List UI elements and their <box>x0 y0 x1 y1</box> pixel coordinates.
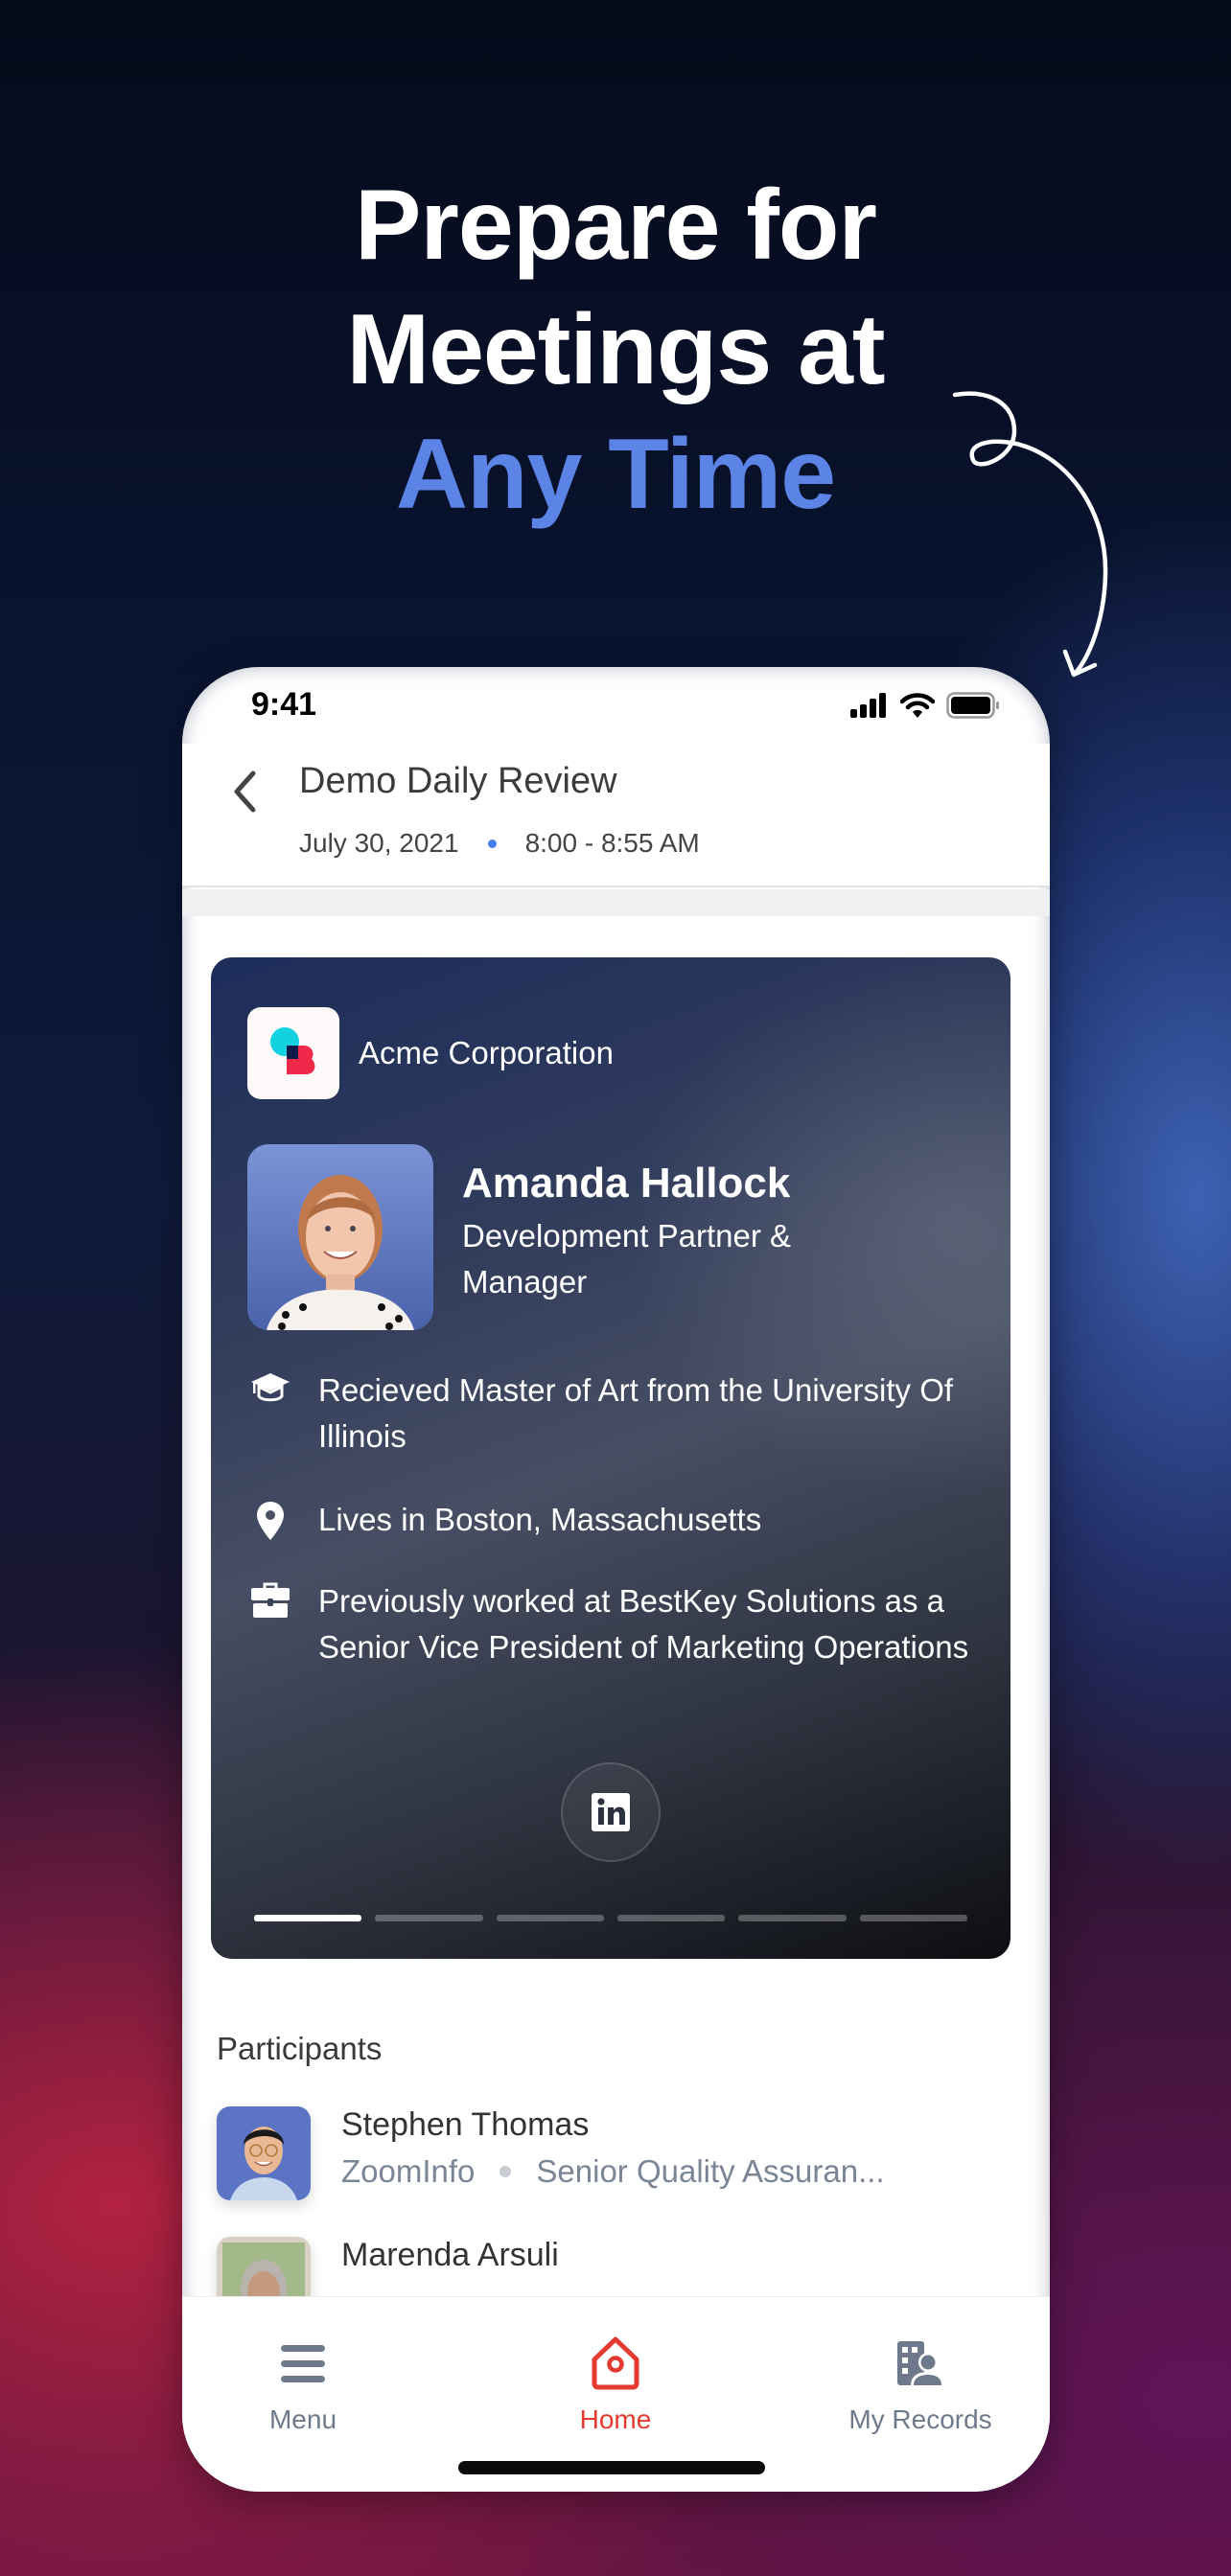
fact-location: Lives in Boston, Massachusetts <box>247 1497 989 1543</box>
hero-line-1: Prepare for <box>355 170 877 281</box>
pager-segment[interactable] <box>254 1915 362 1921</box>
pager-segment[interactable] <box>859 1915 967 1921</box>
pager-segment[interactable] <box>738 1915 847 1921</box>
back-button[interactable] <box>221 763 268 820</box>
participant-meta: ZoomInfo Senior Quality Assuran... <box>341 2153 885 2190</box>
tab-my-records-label: My Records <box>848 2404 992 2434</box>
company-row: Acme Corporation <box>247 1007 614 1099</box>
participant-name: Marenda Arsuli <box>341 2237 559 2273</box>
tab-home-label: Home <box>579 2404 652 2434</box>
person-title: Development Partner & Manager <box>462 1218 792 1300</box>
person-photo-image <box>267 1175 414 1330</box>
fact-location-text: Lives in Boston, Massachusetts <box>318 1502 762 1537</box>
company-logo-icon <box>270 1027 315 1074</box>
pager-segment[interactable] <box>496 1915 604 1921</box>
participants-heading: Participants <box>217 2031 383 2066</box>
phone-frame: 9:41 Demo Daily Review July 30, 2021 8:0… <box>182 667 1050 2492</box>
graduation-cap-icon <box>247 1368 293 1414</box>
tab-home[interactable]: Home <box>520 2332 711 2435</box>
fact-education-text: Recieved Master of Art from the Universi… <box>318 1372 954 1454</box>
meeting-time-range: 8:00 - 8:55 AM <box>524 828 700 858</box>
participant-name: Stephen Thomas <box>341 2106 590 2143</box>
briefcase-icon <box>247 1578 293 1624</box>
status-icons <box>850 692 1000 719</box>
battery-icon <box>946 692 999 719</box>
card-pager <box>254 1915 967 1922</box>
meeting-title: Demo Daily Review <box>299 761 617 801</box>
person-name: Amanda Hallock <box>462 1160 791 1207</box>
wifi-icon <box>900 693 935 718</box>
records-icon <box>825 2332 1016 2395</box>
separator-dot <box>499 2166 512 2177</box>
hamburger-menu-icon <box>207 2332 399 2395</box>
tab-menu[interactable]: Menu <box>207 2332 399 2435</box>
linkedin-button[interactable] <box>561 1762 661 1862</box>
participant-company: ZoomInfo <box>341 2153 476 2189</box>
home-indicator <box>458 2461 765 2474</box>
participant-info: Stephen Thomas ZoomInfo Senior Quality A… <box>341 2106 885 2212</box>
fact-work-history: Previously worked at BestKey Solutions a… <box>247 1578 989 1670</box>
fact-work-history-text: Previously worked at BestKey Solutions a… <box>318 1583 969 1665</box>
participant-role: Senior Quality Assuran... <box>536 2153 885 2189</box>
status-bar: 9:41 <box>182 667 1050 744</box>
company-name: Acme Corporation <box>359 1035 614 1070</box>
separator-dot <box>487 839 497 848</box>
cellular-signal-icon <box>850 693 886 718</box>
participant-avatar <box>217 2106 311 2200</box>
status-time: 9:41 <box>251 686 317 723</box>
pager-segment[interactable] <box>616 1915 726 1921</box>
tab-menu-label: Menu <box>268 2404 337 2434</box>
curved-arrow-icon <box>952 391 1108 678</box>
linkedin-icon <box>592 1793 630 1831</box>
participant-row[interactable]: Stephen Thomas ZoomInfo Senior Quality A… <box>217 2106 1003 2212</box>
person-avatar <box>247 1144 433 1330</box>
profile-card[interactable]: Acme Corporation Amanda Hallock Developm… <box>211 957 1010 1959</box>
meeting-date: July 30, 2021 <box>299 828 459 858</box>
home-icon <box>520 2332 711 2395</box>
meeting-datetime: July 30, 2021 8:00 - 8:55 AM <box>299 828 700 859</box>
tab-my-records[interactable]: My Records <box>825 2332 1016 2435</box>
participant-photo-image <box>217 2106 311 2200</box>
fact-education: Recieved Master of Art from the Universi… <box>247 1368 989 1460</box>
location-pin-icon <box>247 1497 293 1543</box>
person-row: Amanda Hallock Development Partner & Man… <box>247 1144 884 1330</box>
company-logo <box>247 1007 339 1099</box>
person-info: Amanda Hallock Development Partner & Man… <box>462 1160 884 1330</box>
chevron-left-icon <box>234 770 256 813</box>
meeting-header: Demo Daily Review July 30, 2021 8:00 - 8… <box>182 744 1050 887</box>
section-divider <box>182 889 1050 916</box>
pager-segment[interactable] <box>375 1915 483 1921</box>
